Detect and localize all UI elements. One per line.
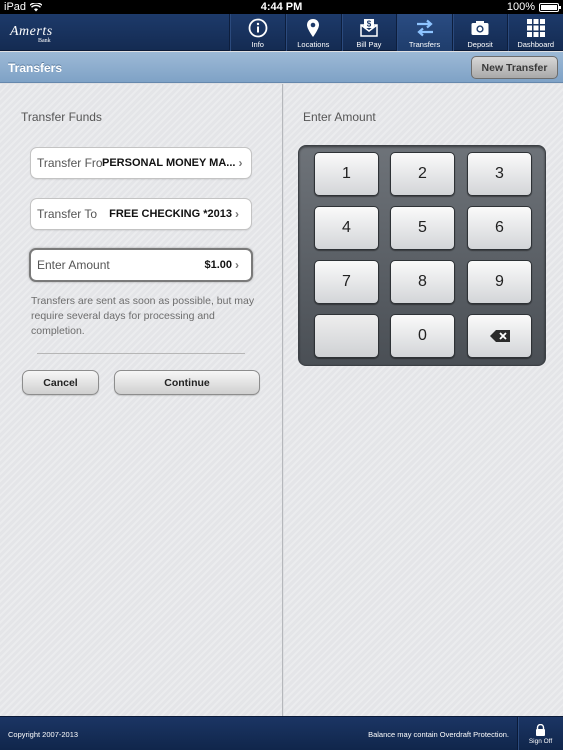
nav-deposit-label: Deposit [467, 40, 493, 49]
svg-text:$: $ [367, 20, 372, 29]
numeric-keypad: 1 2 3 4 5 6 7 8 9 0 [298, 145, 546, 366]
transfer-funds-heading: Transfer Funds [21, 110, 102, 124]
keypad-panel: Enter Amount 1 2 3 4 5 6 7 8 9 0 [284, 84, 563, 716]
nav-dashboard[interactable]: Dashboard [507, 14, 563, 51]
enter-amount-label: Enter Amount [37, 258, 110, 272]
key-0[interactable]: 0 [390, 314, 455, 358]
battery-percent: 100% [506, 1, 535, 13]
location-pin-icon [307, 19, 320, 37]
sign-off-label: Sign Off [528, 737, 553, 745]
status-time: 4:44 PM [260, 1, 303, 13]
nav-info[interactable]: Info [229, 14, 285, 51]
status-bar: iPad 4:44 PM 100% [0, 0, 563, 14]
bank-sub: Bank [38, 38, 51, 44]
key-4[interactable]: 4 [314, 206, 379, 250]
title-bar: Transfers New Transfer [0, 52, 563, 83]
key-blank[interactable] [314, 314, 379, 358]
nav-transfers-label: Transfers [408, 40, 441, 49]
transfer-to-value: FREE CHECKING *2013 [109, 208, 232, 220]
continue-button[interactable]: Continue [114, 370, 260, 395]
key-6[interactable]: 6 [467, 206, 532, 250]
key-8[interactable]: 8 [390, 260, 455, 304]
new-transfer-button[interactable]: New Transfer [471, 56, 558, 79]
page-title: Transfers [8, 61, 63, 75]
nav-info-label: Info [251, 40, 264, 49]
top-nav: Amerts Bank Info Locations $ Bill Pay Tr… [0, 14, 563, 51]
bill-pay-icon: $ [360, 19, 378, 37]
chevron-right-icon: › [238, 156, 243, 170]
enter-amount-heading: Enter Amount [303, 110, 376, 124]
key-2[interactable]: 2 [390, 152, 455, 196]
key-5[interactable]: 5 [390, 206, 455, 250]
overdraft-notice: Balance may contain Overdraft Protection… [368, 730, 509, 739]
transfer-note: Transfers are sent as soon as possible, … [31, 295, 255, 337]
bank-name: Amerts [10, 24, 53, 39]
bank-logo: Amerts Bank [10, 22, 53, 44]
key-9[interactable]: 9 [467, 260, 532, 304]
transfer-arrows-icon [416, 19, 433, 37]
camera-icon [471, 21, 489, 35]
nav-locations[interactable]: Locations [285, 14, 341, 51]
transfer-to-label: Transfer To [37, 207, 98, 221]
chevron-right-icon: › [235, 258, 239, 272]
cancel-button[interactable]: Cancel [22, 370, 99, 395]
footer: Copyright 2007-2013 Balance may contain … [0, 716, 563, 750]
transfer-from-value: PERSONAL MONEY MA... [102, 157, 236, 169]
transfer-from-field[interactable]: Transfer From PERSONAL MONEY MA... › [30, 147, 252, 179]
nav-locations-label: Locations [297, 40, 330, 49]
backspace-icon [489, 330, 510, 342]
info-icon [248, 18, 268, 38]
nav-bill-pay-label: Bill Pay [356, 40, 382, 49]
key-3[interactable]: 3 [467, 152, 532, 196]
lock-icon [536, 723, 545, 736]
divider [37, 353, 245, 354]
enter-amount-value: $1.00 [204, 259, 232, 271]
copyright-text: Copyright 2007-2013 [8, 730, 79, 739]
enter-amount-field[interactable]: Enter Amount $1.00 › [29, 248, 253, 282]
battery-icon [539, 2, 561, 12]
chevron-right-icon: › [235, 207, 239, 221]
transfer-to-field[interactable]: Transfer To FREE CHECKING *2013 › [30, 198, 252, 230]
sign-off-button[interactable]: Sign Off [517, 717, 563, 750]
nav-transfers[interactable]: Transfers [396, 14, 452, 51]
key-7[interactable]: 7 [314, 260, 379, 304]
nav-dashboard-label: Dashboard [517, 40, 555, 49]
transfer-form-panel: Transfer Funds Transfer From PERSONAL MO… [0, 84, 283, 716]
backspace-key[interactable] [467, 314, 532, 358]
nav-deposit[interactable]: Deposit [451, 14, 508, 51]
nav-bill-pay[interactable]: $ Bill Pay [340, 14, 397, 51]
transfer-from-label: Transfer From [37, 156, 102, 170]
grid-icon [526, 19, 545, 37]
key-1[interactable]: 1 [314, 152, 379, 196]
